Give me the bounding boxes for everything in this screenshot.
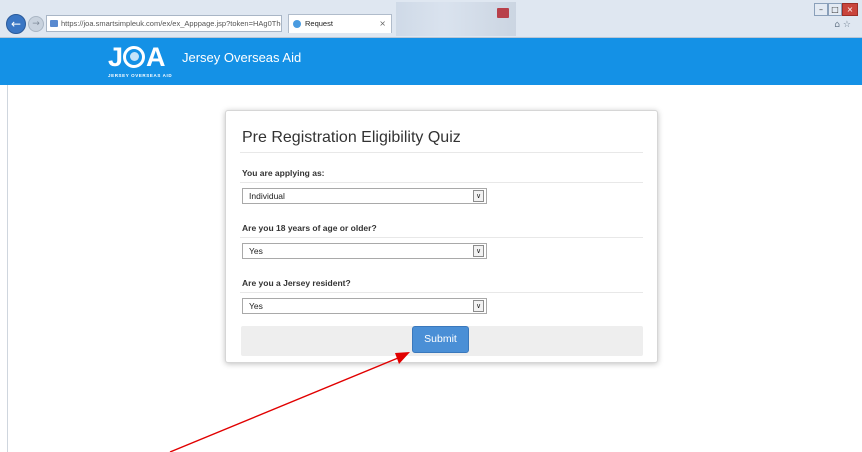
question-divider: [240, 237, 643, 238]
back-arrow-icon: ←: [10, 17, 22, 31]
screen: ← → https://joa.smartsimpleuk.com/ex/ex_…: [0, 0, 862, 452]
blurred-app-icon: [497, 8, 509, 18]
resident-select[interactable]: Yes ∨: [242, 298, 487, 314]
quiz-title: Pre Registration Eligibility Quiz: [242, 129, 461, 146]
title-divider: [240, 152, 643, 153]
submit-button[interactable]: Submit: [412, 326, 469, 353]
address-url: https://joa.smartsimpleuk.com/ex/ex_Appp…: [61, 19, 282, 28]
chevron-down-icon[interactable]: ∨: [473, 190, 484, 202]
forward-button[interactable]: →: [28, 16, 44, 32]
page-edge-divider: [7, 85, 8, 452]
question-label-applying-as: You are applying as:: [242, 168, 325, 178]
question-label-resident: Are you a Jersey resident?: [242, 278, 351, 288]
question-label-age: Are you 18 years of age or older?: [242, 223, 377, 233]
site-title: Jersey Overseas Aid: [182, 50, 302, 65]
chevron-down-icon[interactable]: ∨: [473, 245, 484, 257]
back-button[interactable]: ←: [6, 14, 26, 34]
maximize-button[interactable]: □: [828, 3, 842, 16]
question-divider: [240, 292, 643, 293]
logo-mark: JA: [108, 42, 166, 72]
tab-request[interactable]: Request ×: [288, 14, 392, 33]
age-select[interactable]: Yes ∨: [242, 243, 487, 259]
window-controls: – □ ×: [814, 3, 858, 17]
page-icon: [50, 20, 58, 27]
forward-arrow-icon: →: [32, 19, 40, 29]
home-favorites-icons[interactable]: ⌂☆: [834, 20, 854, 30]
minimize-button[interactable]: –: [814, 3, 828, 16]
joa-logo[interactable]: JA JERSEY OVERSEAS AID: [108, 42, 173, 80]
age-value: Yes: [249, 246, 263, 256]
logo-subtext: JERSEY OVERSEAS AID: [108, 73, 173, 78]
globe-icon: [123, 46, 146, 68]
question-divider: [240, 182, 643, 183]
resident-value: Yes: [249, 301, 263, 311]
site-header: JA JERSEY OVERSEAS AID Jersey Overseas A…: [0, 38, 862, 85]
browser-chrome: ← → https://joa.smartsimpleuk.com/ex/ex_…: [0, 0, 862, 38]
applying-as-value: Individual: [249, 191, 285, 201]
applying-as-select[interactable]: Individual ∨: [242, 188, 487, 204]
annotation-arrow-line: [169, 357, 399, 452]
chevron-down-icon[interactable]: ∨: [473, 300, 484, 312]
favicon-icon: [293, 20, 301, 28]
address-bar[interactable]: https://joa.smartsimpleuk.com/ex/ex_Appp…: [46, 15, 282, 32]
close-window-button[interactable]: ×: [842, 3, 858, 16]
quiz-card: Pre Registration Eligibility Quiz You ar…: [225, 110, 658, 363]
tab-title: Request: [305, 19, 333, 28]
tab-close-icon[interactable]: ×: [379, 15, 386, 33]
